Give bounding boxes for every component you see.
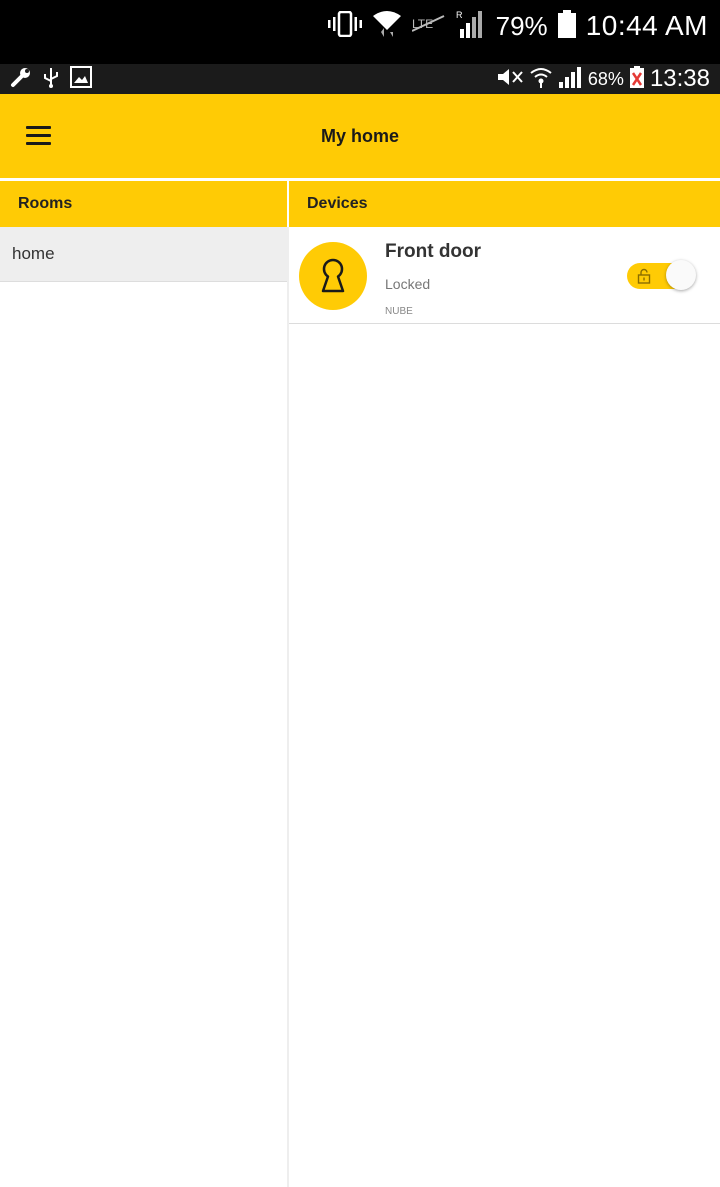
- wifi-icon: [372, 10, 402, 43]
- vibrate-icon: [327, 10, 362, 42]
- inner-clock: 13:38: [649, 65, 710, 92]
- usb-icon: [42, 66, 60, 93]
- battery-alert-icon: [629, 65, 644, 93]
- room-item-home[interactable]: home: [0, 227, 287, 282]
- rooms-header: Rooms: [0, 181, 287, 227]
- padlock-icon: [637, 268, 651, 284]
- hamburger-menu-icon[interactable]: [14, 112, 62, 160]
- devices-header: Devices: [289, 181, 720, 227]
- inner-battery-percent: 68%: [587, 68, 624, 89]
- mute-icon: [496, 67, 524, 92]
- signal-icon: [558, 66, 582, 93]
- svg-text:R: R: [456, 10, 463, 20]
- inner-status-right: 68% 13:38: [496, 64, 710, 94]
- inner-status-left: [10, 64, 92, 94]
- battery-icon: [557, 9, 576, 43]
- device-maker: NUBE: [385, 306, 413, 317]
- device-status: Locked: [385, 276, 431, 292]
- room-item-label: home: [12, 244, 55, 263]
- system-status-bar: LTE R 79% 10:44 AM: [0, 0, 720, 64]
- keyhole-icon: [321, 258, 345, 293]
- system-status-right: LTE R 79% 10:44 AM: [327, 0, 708, 52]
- devices-list: Front door Locked NUBE: [289, 227, 720, 1187]
- page-title: My home: [320, 126, 399, 146]
- wrench-icon: [10, 66, 32, 93]
- rooms-list: home: [0, 227, 287, 1187]
- lock-toggle[interactable]: [627, 260, 696, 290]
- device-name: Front door: [385, 241, 482, 262]
- lte-icon: LTE: [411, 14, 446, 39]
- device-avatar: [299, 242, 367, 310]
- toggle-knob[interactable]: [666, 260, 696, 290]
- signal-icon: R: [456, 9, 486, 44]
- app-bar: My home: [0, 94, 720, 178]
- system-battery-percent: 79%: [495, 10, 548, 41]
- device-item-front-door[interactable]: Front door Locked NUBE: [289, 227, 720, 324]
- image-icon: [70, 65, 92, 93]
- system-clock: 10:44 AM: [585, 10, 708, 41]
- wifi-icon: [530, 66, 552, 93]
- inner-status-bar: 68% 13:38: [0, 64, 720, 94]
